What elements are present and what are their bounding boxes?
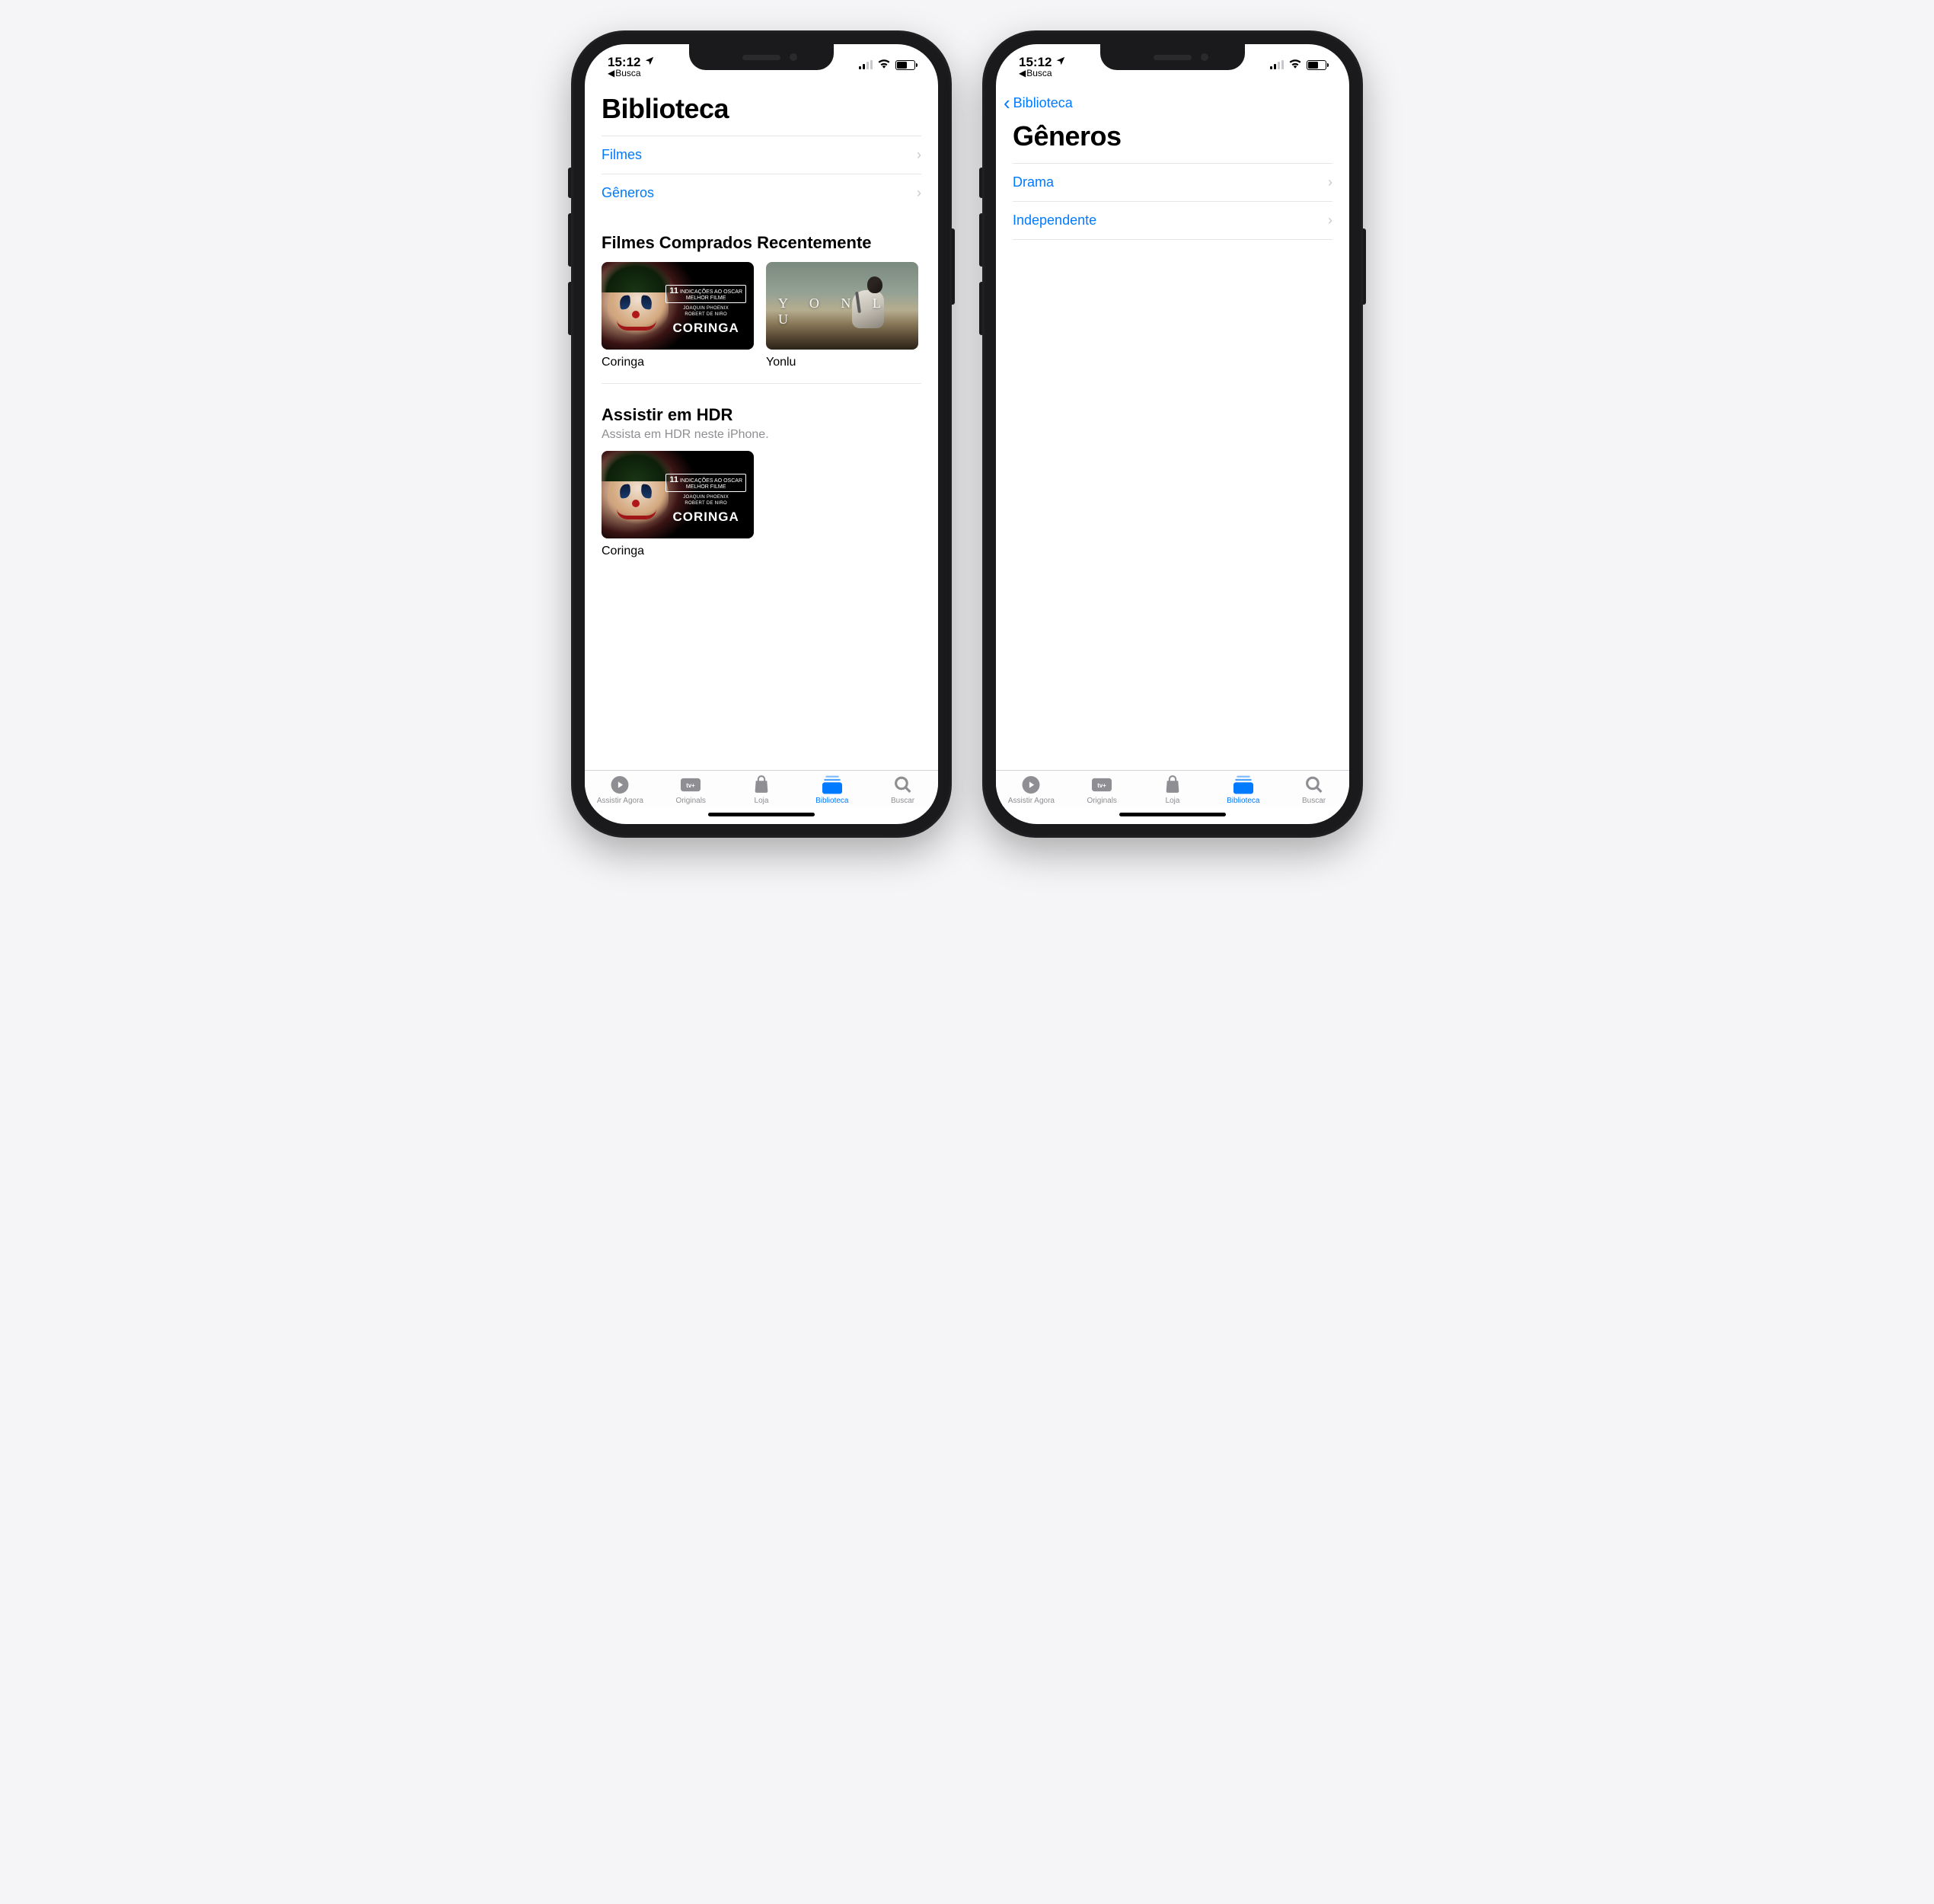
row-independente[interactable]: Independente › bbox=[1013, 201, 1332, 240]
breadcrumb-back-label: Busca bbox=[1026, 69, 1052, 79]
tab-biblioteca[interactable]: Biblioteca bbox=[1208, 775, 1278, 805]
tab-label: Assistir Agora bbox=[597, 797, 643, 805]
tab-label: Loja bbox=[755, 797, 769, 805]
phone-frame-left: 15:12 ◀ Busca Biblioteca bbox=[571, 30, 952, 838]
row-label: Filmes bbox=[602, 147, 642, 163]
battery-icon bbox=[895, 60, 915, 70]
tab-label: Buscar bbox=[1302, 797, 1326, 805]
search-icon bbox=[892, 775, 914, 794]
notch bbox=[1100, 44, 1245, 70]
notch bbox=[689, 44, 834, 70]
chevron-left-icon: ◀ bbox=[1019, 69, 1026, 79]
tab-label: Biblioteca bbox=[815, 797, 848, 805]
movie-caption: Coringa bbox=[602, 538, 754, 558]
page-title: Gêneros bbox=[1013, 120, 1332, 163]
chevron-right-icon: › bbox=[1328, 174, 1332, 190]
movie-caption: Coringa bbox=[602, 350, 754, 369]
location-icon bbox=[644, 56, 655, 69]
bag-icon bbox=[1162, 775, 1183, 794]
appletv-icon: tv+ bbox=[1091, 775, 1112, 794]
row-filmes[interactable]: Filmes › bbox=[602, 136, 921, 174]
tab-label: Loja bbox=[1166, 797, 1180, 805]
row-label: Gêneros bbox=[602, 185, 654, 201]
tab-assistir-agora[interactable]: Assistir Agora bbox=[585, 775, 656, 805]
chevron-left-icon: ◀ bbox=[608, 69, 614, 79]
home-indicator[interactable] bbox=[1119, 813, 1226, 816]
tab-buscar[interactable]: Buscar bbox=[1278, 775, 1349, 805]
movie-tile-coringa-hdr[interactable]: 11 INDICAÇÕES AO OSCARMELHOR FILME JOAQU… bbox=[602, 451, 754, 558]
nav-bar: ‹ Biblioteca bbox=[996, 87, 1349, 120]
home-indicator[interactable] bbox=[708, 813, 815, 816]
recent-row: 11 INDICAÇÕES AO OSCARMELHOR FILME JOAQU… bbox=[602, 262, 921, 384]
hdr-row: 11 INDICAÇÕES AO OSCARMELHOR FILME JOAQU… bbox=[602, 451, 921, 572]
play-circle-icon bbox=[609, 775, 630, 794]
section-hdr-title: Assistir em HDR bbox=[602, 384, 921, 434]
row-label: Drama bbox=[1013, 174, 1054, 190]
cellular-icon bbox=[1270, 60, 1284, 69]
tab-biblioteca[interactable]: Biblioteca bbox=[796, 775, 867, 805]
chevron-right-icon: › bbox=[1328, 212, 1332, 228]
svg-text:tv+: tv+ bbox=[1097, 782, 1106, 789]
screen-left: 15:12 ◀ Busca Biblioteca bbox=[585, 44, 938, 824]
page-title: Biblioteca bbox=[602, 87, 921, 136]
library-icon bbox=[1233, 775, 1254, 794]
play-circle-icon bbox=[1020, 775, 1042, 794]
bag-icon bbox=[751, 775, 772, 794]
tab-label: Originals bbox=[675, 797, 705, 805]
tab-originals[interactable]: tv+ Originals bbox=[656, 775, 726, 805]
content-area: Biblioteca Filmes › Gêneros › Filmes Com… bbox=[585, 87, 938, 770]
movie-tile-yonlu[interactable]: Y O N L U Yonlu bbox=[766, 262, 918, 369]
tab-label: Originals bbox=[1087, 797, 1116, 805]
appletv-icon: tv+ bbox=[680, 775, 701, 794]
section-recent-title: Filmes Comprados Recentemente bbox=[602, 212, 921, 262]
movie-poster: 11 INDICAÇÕES AO OSCARMELHOR FILME JOAQU… bbox=[602, 451, 754, 538]
chevron-right-icon: › bbox=[917, 185, 921, 201]
tab-originals[interactable]: tv+ Originals bbox=[1067, 775, 1138, 805]
tab-bar: Assistir Agora tv+ Originals Loja Biblio… bbox=[996, 770, 1349, 807]
tab-loja[interactable]: Loja bbox=[726, 775, 797, 805]
cellular-icon bbox=[859, 60, 873, 69]
search-icon bbox=[1304, 775, 1325, 794]
wifi-icon bbox=[1288, 58, 1302, 72]
back-button-label[interactable]: Biblioteca bbox=[1013, 95, 1073, 111]
back-chevron-icon[interactable]: ‹ bbox=[1004, 93, 1010, 113]
phone-frame-right: 15:12 ◀ Busca ‹ Biblioteca bbox=[982, 30, 1363, 838]
battery-icon bbox=[1307, 60, 1326, 70]
row-label: Independente bbox=[1013, 212, 1096, 228]
location-icon bbox=[1055, 56, 1066, 69]
wifi-icon bbox=[877, 58, 891, 72]
tab-label: Assistir Agora bbox=[1008, 797, 1055, 805]
tab-label: Biblioteca bbox=[1227, 797, 1259, 805]
breadcrumb-back[interactable]: ◀ Busca bbox=[1019, 69, 1066, 79]
tab-label: Buscar bbox=[891, 797, 914, 805]
status-right bbox=[1270, 55, 1326, 72]
row-drama[interactable]: Drama › bbox=[1013, 163, 1332, 201]
movie-poster: Y O N L U bbox=[766, 262, 918, 350]
library-icon bbox=[822, 775, 843, 794]
status-right bbox=[859, 55, 915, 72]
movie-caption: Yonlu bbox=[766, 350, 918, 369]
movie-poster: 11 INDICAÇÕES AO OSCARMELHOR FILME JOAQU… bbox=[602, 262, 754, 350]
tab-loja[interactable]: Loja bbox=[1138, 775, 1208, 805]
chevron-right-icon: › bbox=[917, 147, 921, 163]
row-generos[interactable]: Gêneros › bbox=[602, 174, 921, 212]
breadcrumb-back[interactable]: ◀ Busca bbox=[608, 69, 655, 79]
content-area: Gêneros Drama › Independente › bbox=[996, 120, 1349, 770]
tab-bar: Assistir Agora tv+ Originals Loja Biblio… bbox=[585, 770, 938, 807]
tab-buscar[interactable]: Buscar bbox=[867, 775, 938, 805]
tab-assistir-agora[interactable]: Assistir Agora bbox=[996, 775, 1067, 805]
screen-right: 15:12 ◀ Busca ‹ Biblioteca bbox=[996, 44, 1349, 824]
svg-text:tv+: tv+ bbox=[686, 782, 695, 789]
section-hdr-subtitle: Assista em HDR neste iPhone. bbox=[602, 428, 921, 442]
movie-tile-coringa[interactable]: 11 INDICAÇÕES AO OSCARMELHOR FILME JOAQU… bbox=[602, 262, 754, 369]
breadcrumb-back-label: Busca bbox=[615, 69, 640, 79]
